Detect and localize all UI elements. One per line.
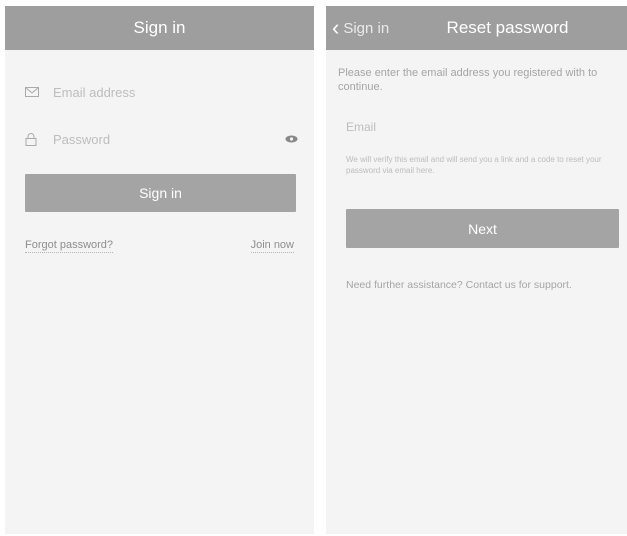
join-now-link[interactable]: Join now [250, 239, 294, 253]
signin-button[interactable]: Sign in [25, 174, 296, 212]
next-button[interactable]: Next [346, 209, 619, 248]
signin-header: Sign in [5, 6, 314, 50]
signin-screen: Sign in Email address Password Sign in F… [5, 6, 314, 534]
reset-password-screen: ‹ Sign in Reset password Please enter th… [326, 6, 627, 534]
password-placeholder: Password [53, 131, 111, 147]
email-placeholder: Email address [53, 84, 136, 100]
chevron-left-icon: ‹ [332, 15, 340, 40]
reset-note: We will verify this email and will send … [346, 155, 602, 175]
email-field[interactable]: Email address [25, 77, 302, 107]
reset-title: Reset password [446, 18, 569, 37]
reset-instruction: Please enter the email address you regis… [338, 67, 598, 93]
envelope-icon [25, 87, 43, 97]
back-button[interactable]: ‹ Sign in [332, 6, 389, 50]
forgot-password-link[interactable]: Forgot password? [25, 239, 114, 253]
signin-title: Sign in [133, 18, 186, 37]
password-field[interactable]: Password [25, 124, 302, 154]
reset-email-field[interactable]: Email [346, 112, 613, 142]
reset-header: ‹ Sign in Reset password [326, 6, 627, 50]
reset-email-placeholder: Email [346, 120, 377, 134]
support-text[interactable]: Need further assistance? Contact us for … [346, 278, 626, 292]
lock-icon [25, 132, 43, 146]
back-label: Sign in [343, 19, 390, 37]
eye-icon[interactable] [285, 132, 298, 146]
